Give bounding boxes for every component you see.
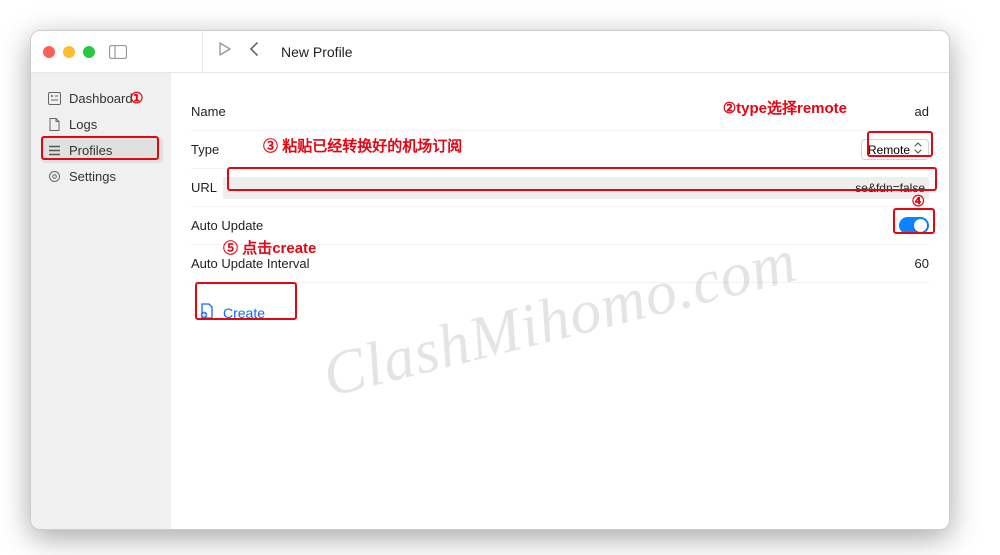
type-select[interactable]: Remote xyxy=(861,139,929,160)
chevron-updown-icon xyxy=(914,142,922,157)
row-interval: Auto Update Interval 60 xyxy=(191,245,929,283)
create-button[interactable]: Create xyxy=(191,293,273,332)
auto-update-toggle[interactable] xyxy=(899,217,929,234)
traffic-lights xyxy=(43,46,95,58)
row-url: URL se&fdn=false xyxy=(191,169,929,207)
logs-icon xyxy=(47,118,61,131)
back-icon[interactable] xyxy=(249,42,259,61)
sidebar: Dashboard Logs Profiles Settings xyxy=(31,73,171,529)
titlebar: New Profile xyxy=(31,31,949,73)
interval-field[interactable]: 60 xyxy=(915,256,929,271)
row-name: Name ad xyxy=(191,93,929,131)
auto-update-label: Auto Update xyxy=(191,218,263,233)
close-window-icon[interactable] xyxy=(43,46,55,58)
interval-label: Auto Update Interval xyxy=(191,256,310,271)
row-auto-update: Auto Update xyxy=(191,207,929,245)
name-label: Name xyxy=(191,104,226,119)
app-window: New Profile Dashboard Logs Profiles Sett… xyxy=(30,30,950,530)
sidebar-toggle-icon[interactable] xyxy=(109,45,127,59)
gear-icon xyxy=(47,170,61,183)
profiles-icon xyxy=(47,145,61,156)
sidebar-label: Dashboard xyxy=(69,91,133,106)
sidebar-item-logs[interactable]: Logs xyxy=(41,111,163,137)
maximize-window-icon[interactable] xyxy=(83,46,95,58)
type-label: Type xyxy=(191,142,219,157)
name-field[interactable]: ad xyxy=(915,104,929,119)
main-content: Name ad Type Remote URL se&fdn=false xyxy=(171,73,949,529)
create-icon xyxy=(199,303,215,322)
page-title: New Profile xyxy=(281,44,353,60)
url-label: URL xyxy=(191,180,217,195)
sidebar-label: Settings xyxy=(69,169,116,184)
sidebar-label: Logs xyxy=(69,117,97,132)
row-type: Type Remote xyxy=(191,131,929,169)
play-icon[interactable] xyxy=(219,42,231,61)
dashboard-icon xyxy=(47,92,61,105)
minimize-window-icon[interactable] xyxy=(63,46,75,58)
sidebar-item-dashboard[interactable]: Dashboard xyxy=(41,85,163,111)
sidebar-item-profiles[interactable]: Profiles xyxy=(41,137,163,163)
url-field[interactable]: se&fdn=false xyxy=(223,177,929,199)
sidebar-item-settings[interactable]: Settings xyxy=(41,163,163,189)
sidebar-label: Profiles xyxy=(69,143,112,158)
